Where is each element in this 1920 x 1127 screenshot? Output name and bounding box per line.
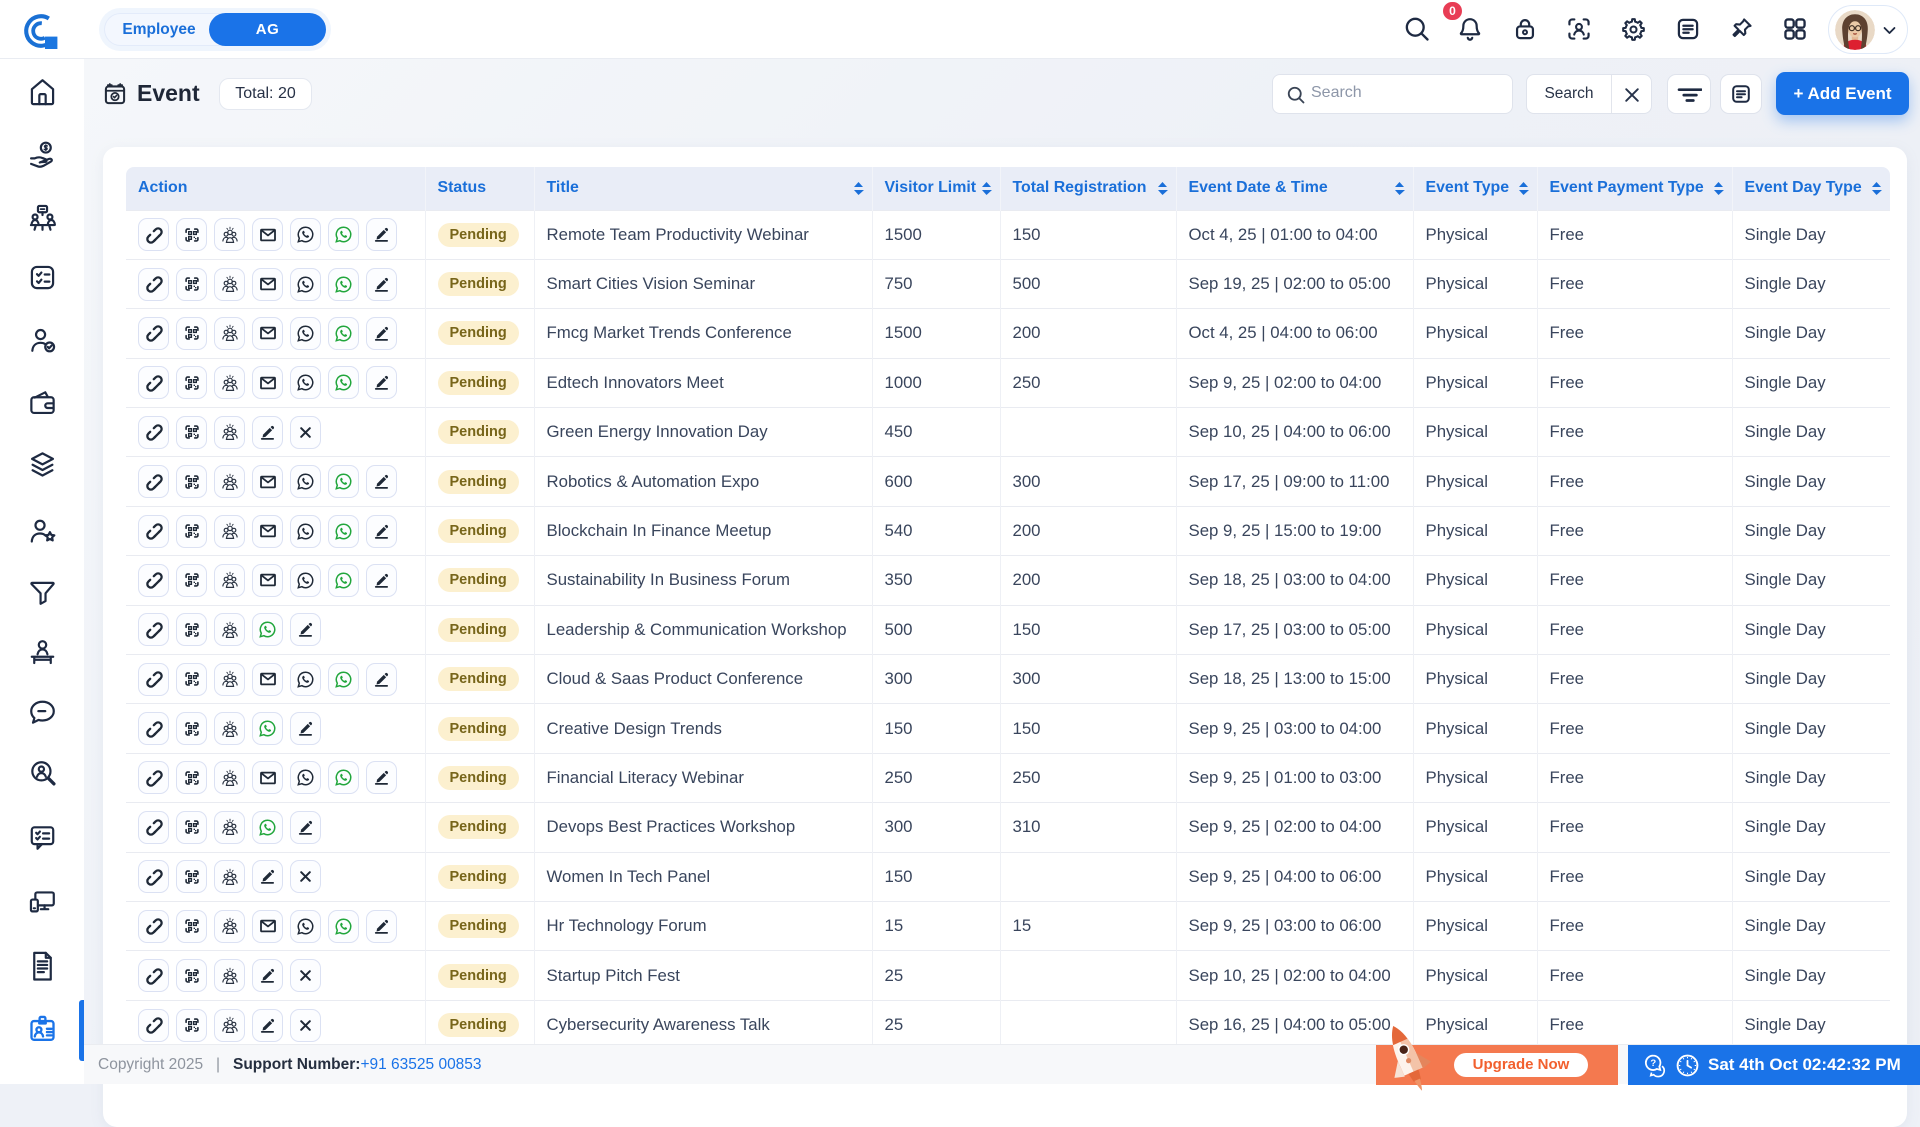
svg-text:?: ? (1650, 1058, 1656, 1069)
